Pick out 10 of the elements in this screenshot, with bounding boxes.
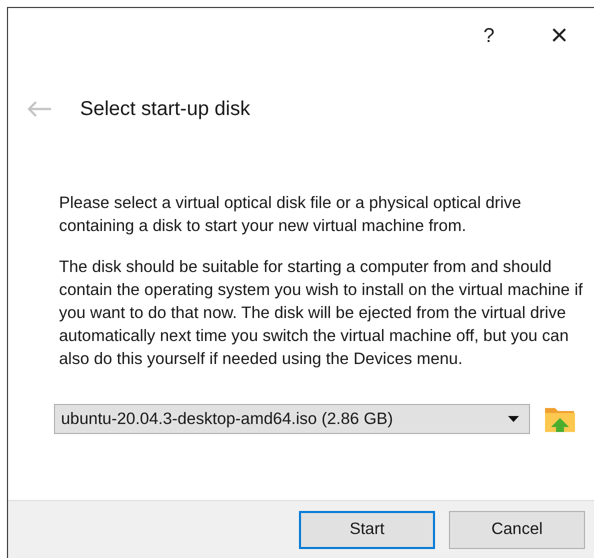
disk-dropdown[interactable]: ubuntu-20.04.3-desktop-amd64.iso (2.86 GB) — [54, 404, 530, 434]
description-text: The disk should be suitable for starting a computer from and should contain the operating system you wish to install on the virtual machine if you want to do that now. The disk will be ejected from the virtual drive automatically next time you switch the virtual machine off, but you can also do this yourself if needed using the Devices menu. — [59, 257, 584, 370]
page-title: Select start-up disk — [80, 98, 250, 120]
start-button[interactable]: Start — [299, 510, 435, 548]
cancel-button[interactable]: Cancel — [449, 510, 585, 548]
caret-icon — [508, 416, 519, 422]
description-text: Please select a virtual optical disk file or a physical optical drive containing a disk to start your new virtual machine from. — [59, 193, 522, 237]
close-button[interactable]: × — [542, 21, 576, 51]
help-button[interactable]: ? — [477, 24, 500, 48]
back-arrow-icon[interactable] — [26, 100, 52, 118]
